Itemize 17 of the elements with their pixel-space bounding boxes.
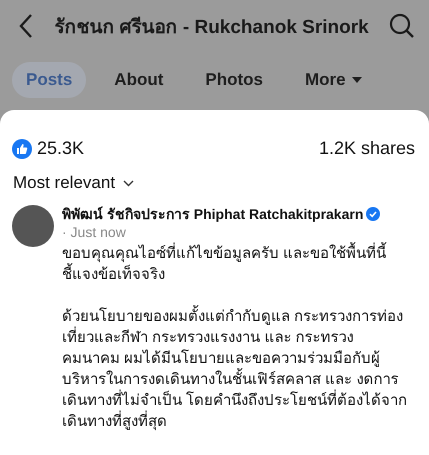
like-icon: [12, 138, 32, 158]
tab[interactable]: About: [100, 62, 178, 98]
avatar: [12, 205, 54, 247]
sort-label[interactable]: Most relevant: [13, 173, 116, 193]
tab[interactable]: Photos: [191, 62, 277, 98]
comment-author[interactable]: พิพัฒน์ รัชกิจประการ Phiphat Ratchakitprakarn: [62, 206, 364, 222]
search-icon[interactable]: [389, 13, 415, 39]
chevron-down-icon[interactable]: [123, 180, 134, 186]
share-count: 1.2K shares: [318, 138, 415, 159]
comment-text: ขอบคุณคุณไอซ์ที่แก้ไขข้อมูลครับ และขอใช้พื้นที่นี้ ชี้แจงข้อเท็จจริง: [62, 243, 421, 285]
caret-icon: [352, 77, 362, 83]
tab[interactable]: More: [291, 62, 376, 98]
comment-time: · Just now: [62, 223, 126, 241]
back-icon[interactable]: [18, 13, 34, 39]
like-count: 25.3K: [37, 138, 84, 159]
comment-text: ด้วยนโยบายของผมตั้งแต่กำกับดูแล กระทรวงการท่อง เที่ยวและกีฬา กระทรวงแรงงาน และ กระทรวง คมนาคม ผมได้มีนโยบายและขอความร่วมมือกับผู้ บริหารในการงดเดินทางในชั้นเฟิร์สคลาส และ งดการ เดินทางที่ไม่จำเป็น โดยคำนึงถึงประโยชน์ที่ต้องได้จาก เดินทางที่สูงที่สุด: [62, 306, 421, 432]
page-title: รักชนก ศรีนอก - Rukchanok Srinork: [53, 16, 370, 40]
